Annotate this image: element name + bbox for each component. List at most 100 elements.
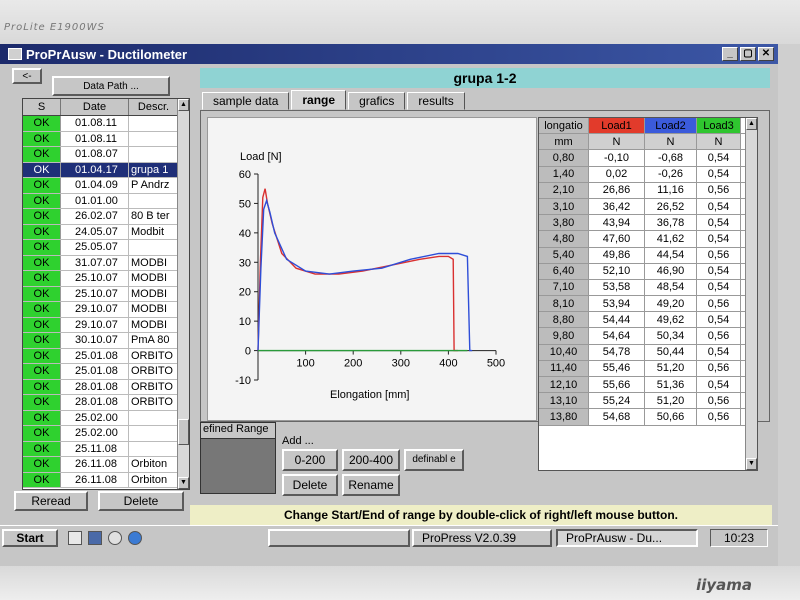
results-cell: 54,44 bbox=[589, 312, 645, 328]
delete-button[interactable]: Delete bbox=[98, 491, 184, 511]
list-header-descr[interactable]: Descr. bbox=[129, 99, 179, 115]
list-item[interactable]: OK 25.10.07 MODBI bbox=[23, 286, 189, 302]
list-item[interactable]: OK 26.11.08 Orbiton bbox=[23, 457, 189, 473]
list-header-date[interactable]: Date bbox=[61, 99, 129, 115]
list-item-date: 25.10.07 bbox=[61, 271, 129, 286]
results-header-cell[interactable]: Load3 bbox=[697, 118, 741, 134]
back-button[interactable]: <- bbox=[12, 68, 42, 84]
results-row[interactable]: 7,10 53,58 48,54 0,54 bbox=[539, 279, 757, 297]
list-item-date: 26.11.08 bbox=[61, 472, 129, 487]
results-scrollbar[interactable]: ▲ ▼ bbox=[745, 118, 757, 470]
list-item[interactable]: OK 28.01.08 ORBITO bbox=[23, 395, 189, 411]
list-item[interactable]: OK 01.04.09 P Andrz bbox=[23, 178, 189, 194]
list-item[interactable]: OK 25.01.08 ORBITO bbox=[23, 364, 189, 380]
results-cell: 51,36 bbox=[645, 377, 697, 393]
list-header-status[interactable]: S bbox=[23, 99, 61, 115]
results-cell: 50,66 bbox=[645, 409, 697, 425]
list-item[interactable]: OK 29.10.07 MODBI bbox=[23, 302, 189, 318]
results-scroll-down-icon[interactable]: ▼ bbox=[746, 458, 757, 470]
results-row[interactable]: 3,10 36,42 26,52 0,54 bbox=[539, 198, 757, 216]
tab-results[interactable]: results bbox=[407, 92, 465, 110]
results-row[interactable]: 0,80 -0,10 -0,68 0,54 bbox=[539, 150, 757, 167]
results-row[interactable]: 13,80 54,68 50,66 0,56 bbox=[539, 409, 757, 426]
list-item[interactable]: OK 28.01.08 ORBITO bbox=[23, 379, 189, 395]
list-item-status: OK bbox=[23, 441, 61, 456]
results-row[interactable]: 11,40 55,46 51,20 0,56 bbox=[539, 360, 757, 377]
results-cell: -0,10 bbox=[589, 150, 645, 166]
range-200-400-button[interactable]: 200-400 bbox=[342, 449, 400, 471]
tab-range[interactable]: range bbox=[291, 90, 347, 110]
list-item[interactable]: OK 25.10.07 MODBI bbox=[23, 271, 189, 287]
quicklaunch-edit-icon[interactable] bbox=[68, 531, 82, 545]
window-titlebar[interactable]: ProPrAusw - Ductilometer _ ▢ ✕ bbox=[0, 44, 778, 64]
results-cell: 8,80 bbox=[539, 312, 589, 328]
list-item[interactable]: OK 26.02.07 80 B ter bbox=[23, 209, 189, 225]
list-item[interactable]: OK 25.01.08 ORBITO bbox=[23, 348, 189, 364]
scroll-down-icon[interactable]: ▼ bbox=[178, 477, 189, 489]
tab-sample-data[interactable]: sample data bbox=[202, 92, 290, 110]
list-item[interactable]: OK 25.05.07 bbox=[23, 240, 189, 256]
tab-grafics[interactable]: grafics bbox=[348, 92, 406, 110]
maximize-button[interactable]: ▢ bbox=[740, 47, 756, 61]
results-row[interactable]: 13,10 55,24 51,20 0,56 bbox=[539, 393, 757, 410]
results-row[interactable]: 4,80 47,60 41,62 0,54 bbox=[539, 231, 757, 248]
results-scroll-up-icon[interactable]: ▲ bbox=[746, 118, 757, 130]
results-cell: 44,54 bbox=[645, 247, 697, 263]
list-item[interactable]: OK 29.10.07 MODBI bbox=[23, 317, 189, 333]
minimize-button[interactable]: _ bbox=[722, 47, 738, 61]
start-button[interactable]: Start bbox=[2, 529, 58, 547]
list-item[interactable]: OK 01.08.11 bbox=[23, 116, 189, 132]
range-0-200-button[interactable]: 0-200 bbox=[282, 449, 338, 471]
list-item[interactable]: OK 31.07.07 MODBI bbox=[23, 255, 189, 271]
close-button[interactable]: ✕ bbox=[758, 47, 774, 61]
results-header-cell[interactable]: Load2 bbox=[645, 118, 697, 134]
defined-range-box[interactable]: efined Range bbox=[200, 422, 276, 494]
test-list-grid[interactable]: S Date Descr. OK 01.08.11 OK 01.08.11 OK 01.0… bbox=[22, 98, 190, 490]
list-item-descr: MODBI bbox=[131, 256, 168, 269]
quicklaunch-clock-icon[interactable] bbox=[108, 531, 122, 545]
results-row[interactable]: 5,40 49,86 44,54 0,56 bbox=[539, 247, 757, 264]
results-row[interactable]: 8,80 54,44 49,62 0,54 bbox=[539, 312, 757, 329]
scroll-thumb[interactable] bbox=[178, 419, 189, 445]
scroll-up-icon[interactable]: ▲ bbox=[178, 99, 189, 111]
list-item[interactable]: OK 25.02.00 bbox=[23, 410, 189, 426]
rename-range-button[interactable]: Rename bbox=[342, 474, 400, 496]
results-row[interactable]: 8,10 53,94 49,20 0,56 bbox=[539, 296, 757, 313]
results-header-cell[interactable]: longatio bbox=[539, 118, 589, 134]
delete-range-button[interactable]: Delete bbox=[282, 474, 338, 496]
results-row[interactable]: 9,80 54,64 50,34 0,56 bbox=[539, 328, 757, 345]
results-row[interactable]: 3,80 43,94 36,78 0,54 bbox=[539, 215, 757, 232]
list-item[interactable]: OK 25.02.00 bbox=[23, 426, 189, 442]
list-item[interactable]: OK 25.11.08 bbox=[23, 441, 189, 457]
quicklaunch-browser-icon[interactable] bbox=[128, 531, 142, 545]
task-blank[interactable] bbox=[268, 529, 410, 547]
list-item[interactable]: OK 26.11.08 Orbiton bbox=[23, 472, 189, 488]
results-header-cell[interactable]: Load1 bbox=[589, 118, 645, 134]
list-item[interactable]: OK 30.10.07 PmA 80 bbox=[23, 333, 189, 349]
results-cell: 9,80 bbox=[539, 328, 589, 344]
list-item[interactable]: OK 01.08.07 bbox=[23, 147, 189, 163]
list-item-descr: grupa 1 bbox=[131, 163, 169, 176]
list-item-date: 01.08.11 bbox=[61, 116, 129, 131]
results-row[interactable]: 10,40 54,78 50,44 0,54 bbox=[539, 344, 757, 361]
list-item[interactable]: OK 01.01.00 bbox=[23, 193, 189, 209]
list-scrollbar[interactable]: ▲ ▼ bbox=[177, 99, 189, 489]
results-row[interactable]: 6,40 52,10 46,90 0,54 bbox=[539, 263, 757, 280]
reread-button[interactable]: Reread bbox=[14, 491, 88, 511]
results-row[interactable]: 12,10 55,66 51,36 0,54 bbox=[539, 377, 757, 394]
list-item[interactable]: OK 24.05.07 Modbit bbox=[23, 224, 189, 240]
list-item-date: 30.10.07 bbox=[61, 333, 129, 348]
results-table[interactable]: longatio Load1 Load2 Load3 mm N N N 0,80 -0,10-… bbox=[538, 117, 758, 471]
results-row[interactable]: 1,40 0,02 -0,26 0,54 bbox=[539, 166, 757, 183]
quicklaunch-desktop-icon[interactable] bbox=[88, 531, 102, 545]
list-item[interactable]: OK 01.04.17 grupa 1 bbox=[23, 162, 189, 178]
list-item-date: 26.11.08 bbox=[61, 457, 129, 472]
task-propress[interactable]: ProPress V2.0.39 bbox=[412, 529, 552, 547]
task-proprausw[interactable]: ProPrAusw - Du... bbox=[556, 529, 698, 547]
list-item[interactable]: OK 01.08.11 bbox=[23, 131, 189, 147]
range-definable-button[interactable]: definabl e bbox=[404, 449, 464, 471]
list-item-status: OK bbox=[23, 426, 61, 441]
list-item-status: OK bbox=[23, 302, 61, 317]
data-path-button[interactable]: Data Path ... bbox=[52, 76, 170, 96]
results-row[interactable]: 2,10 26,86 11,16 0,56 bbox=[539, 182, 757, 199]
